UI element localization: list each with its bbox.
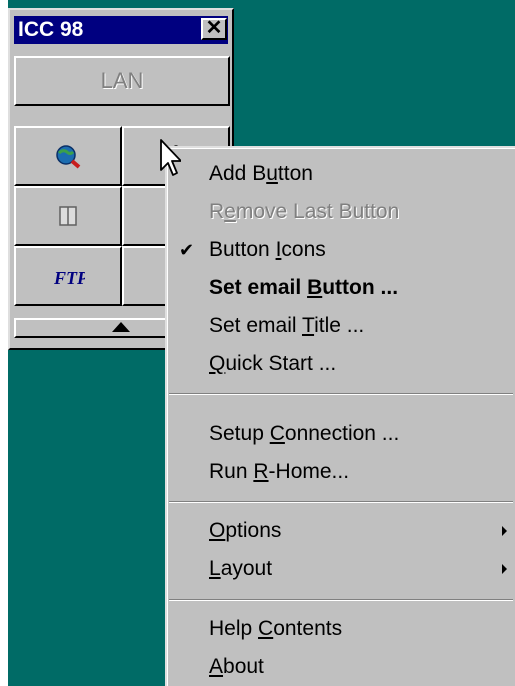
toolbar-button-book[interactable] (14, 186, 122, 246)
menu-separator (169, 393, 513, 395)
check-icon: ✔ (179, 240, 195, 260)
context-menu: Add Button Remove Last Button ✔ Button I… (165, 146, 515, 686)
menu-separator (169, 501, 513, 503)
menu-item-help-contents[interactable]: Help Contents (167, 610, 515, 648)
submenu-arrow-icon (502, 564, 507, 574)
lan-button[interactable]: LAN (14, 56, 230, 106)
up-arrow-icon (112, 322, 130, 332)
book-icon (59, 206, 77, 226)
submenu-arrow-icon (502, 526, 507, 536)
ftp-label: FTP (53, 268, 85, 288)
menu-item-about[interactable]: About (167, 648, 515, 686)
menu-item-run-r-home[interactable]: Run R-Home... (167, 453, 515, 491)
menu-item-quick-start[interactable]: Quick Start ... (167, 345, 515, 383)
menu-item-options[interactable]: Options (167, 512, 515, 550)
menu-item-remove-last-button: Remove Last Button (209, 200, 400, 223)
title-bar[interactable]: ICC 98 ✕ (14, 16, 228, 44)
menu-item-button-icons[interactable]: ✔ Button Icons (167, 231, 515, 269)
menu-item-set-email-button[interactable]: Set email Button ... (167, 269, 515, 307)
mouse-pointer-icon (160, 139, 181, 176)
window-title: ICC 98 (18, 18, 84, 41)
toolbar-button-ftp[interactable]: FTP (14, 246, 122, 306)
menu-item-set-email-title[interactable]: Set email Title ... (167, 307, 515, 345)
toolbar-button-search[interactable] (14, 126, 122, 186)
menu-separator (169, 599, 513, 601)
menu-item-layout[interactable]: Layout (167, 550, 515, 588)
menu-item-add-button[interactable]: Add Button (167, 155, 515, 193)
menu-item-setup-connection[interactable]: Setup Connection ... (167, 415, 515, 453)
globe-search-icon (56, 145, 81, 169)
close-icon: ✕ (205, 17, 223, 39)
ftp-icon: FTP (53, 268, 85, 288)
close-button[interactable]: ✕ (201, 18, 227, 40)
